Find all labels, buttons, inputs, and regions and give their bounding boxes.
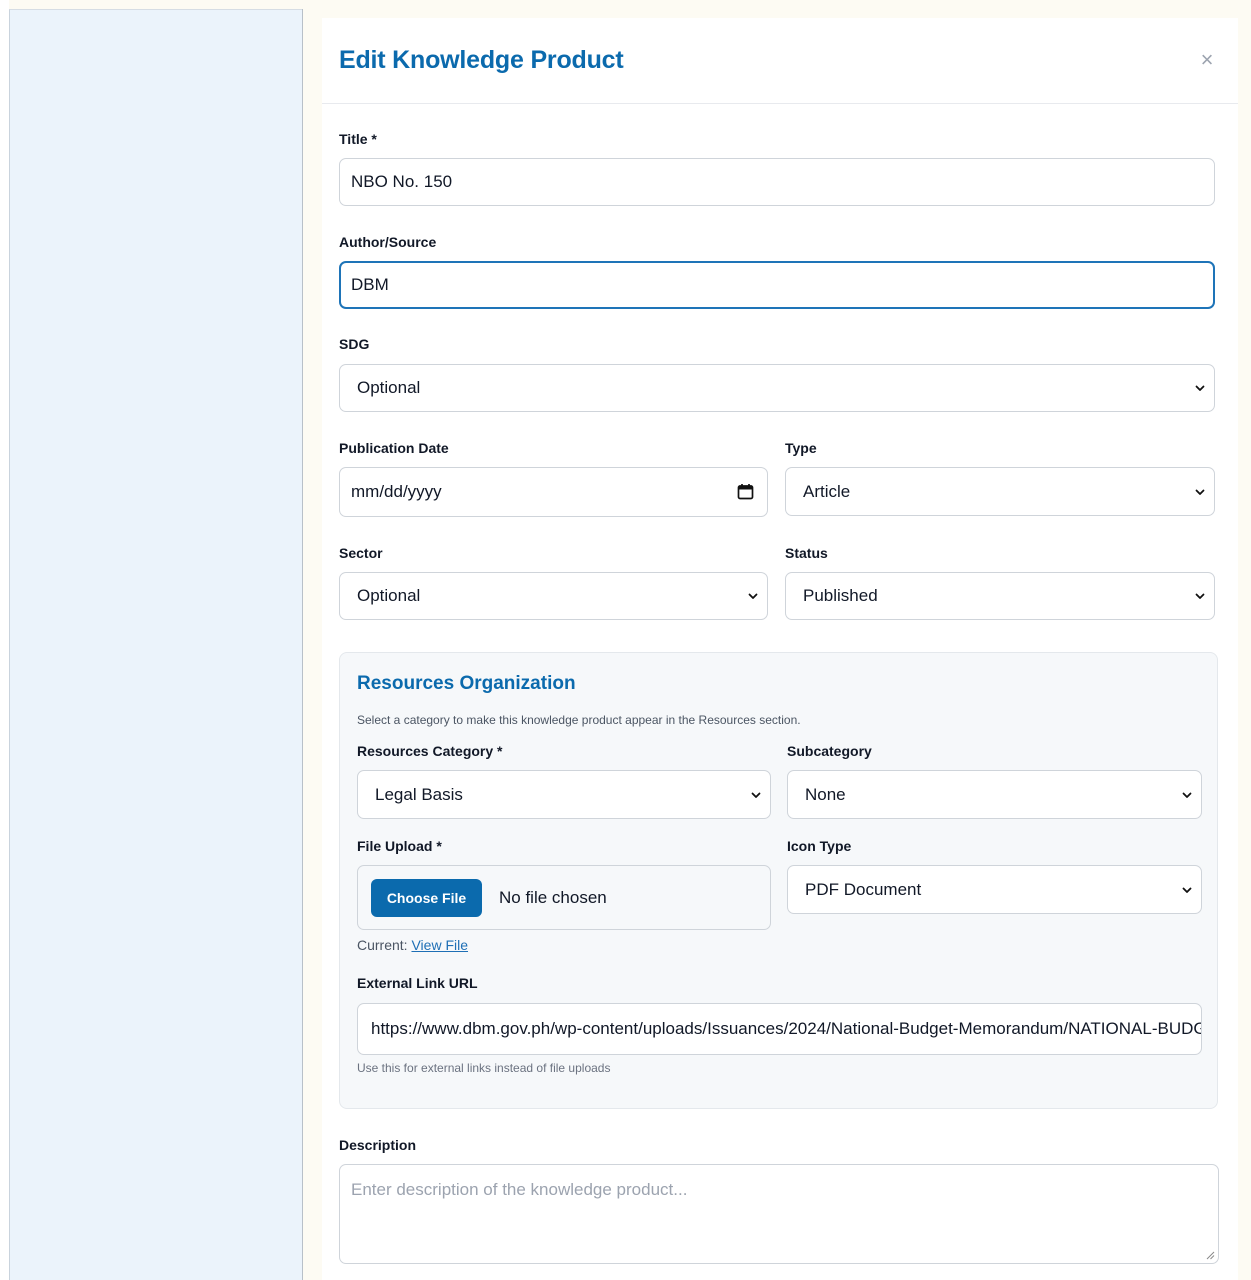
resources-category-label: Resources Category * [357, 743, 503, 759]
author-label: Author/Source [339, 234, 437, 250]
publication-date-input[interactable]: mm/dd/yyyy [339, 467, 768, 517]
chevron-down-icon [1195, 385, 1205, 391]
file-upload-input[interactable]: Choose File No file chosen [357, 865, 771, 930]
title-label: Title * [339, 131, 377, 147]
icon-type-value: PDF Document [805, 879, 922, 899]
icon-type-select[interactable]: PDF Document [787, 865, 1202, 914]
external-link-input[interactable]: https://www.dbm.gov.ph/wp-content/upload… [357, 1003, 1202, 1055]
sidebar [9, 9, 303, 1280]
file-status: No file chosen [499, 888, 607, 907]
type-select-value: Article [803, 481, 851, 501]
chevron-down-icon [751, 792, 761, 798]
current-file: Current: View File [357, 937, 468, 953]
current-file-prefix: Current: [357, 937, 408, 953]
subcategory-value: None [805, 784, 846, 804]
subcategory-label: Subcategory [787, 743, 872, 759]
resources-help-text: Select a category to make this knowledge… [357, 713, 801, 727]
icon-type-label: Icon Type [787, 838, 852, 854]
author-input[interactable]: DBM [339, 261, 1215, 309]
resources-category-value: Legal Basis [375, 784, 463, 804]
file-upload-label: File Upload * [357, 838, 442, 854]
external-link-help: Use this for external links instead of f… [357, 1061, 611, 1075]
sector-select-value: Optional [357, 586, 421, 605]
resize-handle-icon[interactable] [1205, 1250, 1215, 1260]
sector-label: Sector [339, 545, 383, 561]
chevron-down-icon [748, 593, 758, 599]
sector-select[interactable]: Optional [339, 572, 768, 620]
description-placeholder: Enter description of the knowledge produ… [351, 1180, 688, 1199]
external-link-label: External Link URL [357, 975, 478, 991]
calendar-icon[interactable] [737, 483, 754, 500]
description-label: Description [339, 1137, 417, 1153]
chevron-down-icon [1182, 792, 1192, 798]
chevron-down-icon [1195, 489, 1205, 495]
resources-title: Resources Organization [357, 673, 576, 694]
sdg-label: SDG [339, 336, 370, 352]
window-edge [0, 0, 9, 1280]
status-select-value: Published [803, 586, 878, 605]
modal-header: Edit Knowledge Product × [322, 18, 1238, 104]
publication-date-label: Publication Date [339, 440, 449, 456]
edit-knowledge-product-modal: Edit Knowledge Product × Title * NBO No.… [322, 18, 1238, 1280]
description-textarea[interactable]: Enter description of the knowledge produ… [339, 1164, 1219, 1264]
sdg-select-value: Optional [357, 378, 421, 397]
resources-category-select[interactable]: Legal Basis [357, 770, 771, 819]
type-label: Type [785, 440, 817, 456]
chevron-down-icon [1182, 887, 1192, 893]
type-select[interactable]: Article [785, 467, 1215, 516]
status-select[interactable]: Published [785, 572, 1215, 620]
resources-organization-panel: Resources Organization Select a category… [339, 652, 1218, 1109]
title-input[interactable]: NBO No. 150 [339, 158, 1215, 206]
status-label: Status [785, 545, 828, 561]
subcategory-select[interactable]: None [787, 770, 1202, 819]
modal-title: Edit Knowledge Product [339, 46, 624, 74]
sdg-select[interactable]: Optional [339, 364, 1215, 412]
chevron-down-icon [1195, 593, 1205, 599]
publication-date-placeholder: mm/dd/yyyy [351, 482, 442, 501]
view-file-link[interactable]: View File [411, 937, 468, 953]
sidebar-divider [302, 9, 303, 1280]
close-icon[interactable]: × [1195, 48, 1219, 72]
choose-file-button[interactable]: Choose File [371, 879, 482, 917]
